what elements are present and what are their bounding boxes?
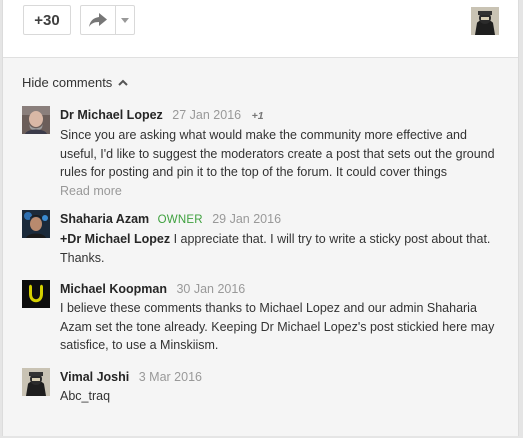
comment-text: +Dr Michael Lopez I appreciate that. I w… (60, 230, 500, 267)
avatar-image (22, 368, 50, 396)
commenter-avatar[interactable] (22, 280, 50, 308)
comment-author[interactable]: Dr Michael Lopez (60, 108, 163, 122)
comment-header: Vimal Joshi 3 Mar 2016 (60, 368, 500, 386)
mention-link[interactable]: +Dr Michael Lopez (60, 232, 170, 246)
comment-author[interactable]: Vimal Joshi (60, 370, 129, 384)
comment-author[interactable]: Michael Koopman (60, 282, 167, 296)
commenter-avatar[interactable] (22, 368, 50, 396)
post-card: +30 Hide comments Dr Michael Lopez 27 Ja… (2, 0, 519, 436)
plus-one-button[interactable]: +30 (23, 5, 71, 35)
avatar-image (471, 7, 499, 35)
hide-comments-toggle[interactable]: Hide comments (22, 75, 129, 90)
share-button[interactable] (80, 5, 116, 35)
post-action-bar: +30 (3, 0, 518, 58)
hide-comments-label: Hide comments (22, 75, 113, 90)
share-dropdown-button[interactable] (115, 5, 135, 35)
comment-date[interactable]: 29 Jan 2016 (212, 212, 281, 226)
current-user-avatar[interactable] (471, 7, 499, 35)
comment-text: Abc_traq (60, 389, 111, 403)
commenter-avatar[interactable] (22, 106, 50, 134)
read-more-link[interactable]: Read more (60, 182, 500, 201)
avatar-image (22, 106, 50, 134)
comment-body: Shaharia Azam OWNER 29 Jan 2016 +Dr Mich… (60, 210, 500, 267)
comment-author[interactable]: Shaharia Azam (60, 212, 149, 226)
comment-text: I believe these comments thanks to Micha… (60, 301, 495, 352)
comment-date[interactable]: 3 Mar 2016 (139, 370, 202, 384)
comments-section: Hide comments Dr Michael Lopez 27 Jan 20… (3, 58, 518, 436)
share-arrow-icon (89, 13, 107, 27)
comment-plus-count: +1 (251, 110, 264, 122)
caret-down-icon (121, 17, 129, 23)
commenter-avatar[interactable] (22, 210, 50, 238)
comment-header: Shaharia Azam OWNER 29 Jan 2016 (60, 210, 500, 229)
avatar-image (22, 210, 50, 238)
comment-body: Vimal Joshi 3 Mar 2016 Abc_traq (60, 368, 500, 406)
avatar-image (22, 280, 50, 308)
comment-date[interactable]: 27 Jan 2016 (172, 108, 241, 122)
chevron-up-icon (118, 79, 129, 86)
comment-date[interactable]: 30 Jan 2016 (176, 282, 245, 296)
comment-body: Michael Koopman 30 Jan 2016 I believe th… (60, 280, 500, 355)
comment-header: Dr Michael Lopez 27 Jan 2016 +1 (60, 106, 500, 125)
comment-body: Dr Michael Lopez 27 Jan 2016 +1 Since yo… (60, 106, 500, 200)
comment-header: Michael Koopman 30 Jan 2016 (60, 280, 500, 298)
owner-badge: OWNER (157, 214, 203, 226)
comment-text: Since you are asking what would make the… (60, 128, 495, 179)
